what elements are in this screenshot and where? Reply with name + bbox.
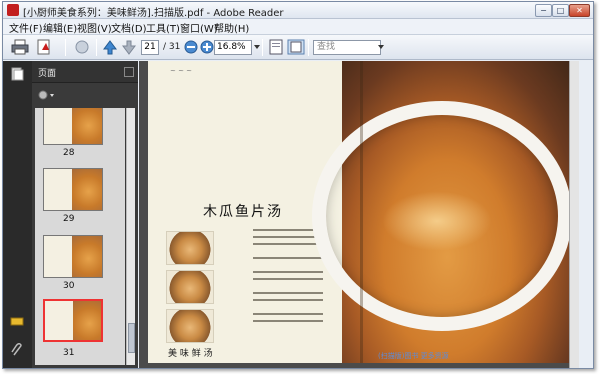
menu-window[interactable]: 窗口(W) bbox=[180, 20, 218, 35]
toolbar: 21 / 31 16.8% 查找 bbox=[3, 34, 593, 60]
text-line bbox=[253, 320, 323, 322]
menu-bar: 文件(F) 编辑(E) 视图(V) 文档(D) 工具(T) 窗口(W) 帮助(H… bbox=[3, 19, 593, 35]
text-line bbox=[253, 299, 323, 301]
navigation-strip bbox=[3, 61, 32, 368]
text-line bbox=[253, 278, 323, 280]
page-thumbnail[interactable] bbox=[43, 235, 103, 278]
toolbar-separator bbox=[96, 39, 97, 56]
toolbar-separator bbox=[262, 39, 263, 56]
text-line bbox=[253, 271, 323, 273]
options-icon[interactable] bbox=[37, 89, 57, 101]
toolbar-separator bbox=[65, 39, 66, 56]
document-scrollbar[interactable] bbox=[569, 61, 579, 368]
page-number-input[interactable]: 21 bbox=[141, 40, 159, 55]
menu-help[interactable]: 帮助(H) bbox=[214, 20, 249, 35]
page-thumbnail[interactable] bbox=[43, 108, 103, 145]
recipe-photo bbox=[166, 309, 214, 343]
page-thumbnail-selected[interactable] bbox=[43, 299, 103, 342]
title-bar[interactable]: [小厨师美食系列：美味鲜汤].扫描版.pdf - Adobe Reader − … bbox=[3, 2, 593, 19]
share-icon[interactable] bbox=[73, 39, 91, 55]
text-line bbox=[253, 257, 323, 259]
menu-document[interactable]: 文档(D) bbox=[111, 20, 147, 35]
zoom-dropdown-arrow[interactable] bbox=[254, 45, 260, 49]
panel-header: 页面 bbox=[32, 61, 138, 83]
thumbnail-label: 30 bbox=[63, 281, 75, 291]
soup-surface bbox=[382, 191, 492, 251]
recipe-title: 木瓜鱼片汤 bbox=[203, 204, 283, 220]
pages-icon[interactable] bbox=[10, 67, 24, 81]
fit-width-icon[interactable] bbox=[287, 39, 305, 55]
panel-title: 页面 bbox=[38, 69, 57, 79]
toolbar-separator bbox=[308, 39, 309, 56]
panel-close-button[interactable] bbox=[124, 67, 134, 77]
right-page-photo bbox=[312, 61, 576, 363]
page-spine bbox=[360, 61, 363, 363]
page-header-mark: ~ ~ ~ bbox=[170, 67, 193, 75]
page-footer: 美 味 鲜 汤 bbox=[168, 349, 213, 359]
attachments-icon[interactable] bbox=[10, 314, 24, 328]
search-dropdown-arrow[interactable] bbox=[378, 45, 384, 49]
menu-view[interactable]: 视图(V) bbox=[77, 20, 112, 35]
text-line bbox=[253, 313, 323, 315]
text-line bbox=[253, 292, 323, 294]
document-view[interactable]: ~ ~ ~ 木瓜鱼片汤 美 味 鲜 汤 (扫描版)图书 更多资源 bbox=[139, 61, 579, 368]
thumbnail-label: 29 bbox=[63, 214, 75, 224]
thumbnail-list: 28 29 30 31 bbox=[35, 108, 125, 365]
scrollbar-thumb[interactable] bbox=[128, 323, 135, 353]
menu-edit[interactable]: 编辑(E) bbox=[43, 20, 77, 35]
page-total: / 31 bbox=[163, 42, 181, 52]
minimize-button[interactable]: − bbox=[535, 4, 552, 17]
next-page-icon[interactable] bbox=[120, 39, 138, 55]
paperclip-icon[interactable] bbox=[10, 343, 24, 357]
scan-watermark: (扫描版)图书 更多资源 bbox=[378, 352, 449, 360]
fit-page-icon[interactable] bbox=[267, 39, 285, 55]
text-line bbox=[253, 243, 323, 245]
create-pdf-icon[interactable] bbox=[36, 39, 54, 55]
thumbnail-scrollbar[interactable] bbox=[126, 108, 135, 365]
recipe-photo bbox=[166, 270, 214, 304]
maximize-button[interactable]: □ bbox=[552, 4, 569, 17]
menu-tools[interactable]: 工具(T) bbox=[146, 20, 180, 35]
close-button[interactable]: ✕ bbox=[569, 4, 590, 17]
app-window: [小厨师美食系列：美味鲜汤].扫描版.pdf - Adobe Reader − … bbox=[2, 1, 594, 369]
previous-page-icon[interactable] bbox=[101, 39, 119, 55]
page-spread: ~ ~ ~ 木瓜鱼片汤 美 味 鲜 汤 (扫描版)图书 更多资源 bbox=[148, 61, 576, 363]
adobe-reader-icon bbox=[7, 4, 19, 16]
thumbnail-label: 31 bbox=[63, 348, 75, 358]
window-title: [小厨师美食系列：美味鲜汤].扫描版.pdf - Adobe Reader bbox=[23, 8, 284, 19]
search-input[interactable]: 查找 bbox=[313, 40, 381, 55]
thumbnail-label: 28 bbox=[63, 148, 75, 158]
zoom-input[interactable]: 16.8% bbox=[214, 40, 252, 55]
text-line bbox=[253, 236, 323, 238]
recipe-photo bbox=[166, 231, 214, 265]
page-thumbnail[interactable] bbox=[43, 168, 103, 211]
pages-panel: 页面 28 29 30 31 bbox=[32, 61, 138, 368]
menu-file[interactable]: 文件(F) bbox=[9, 20, 43, 35]
print-icon[interactable] bbox=[11, 39, 29, 55]
